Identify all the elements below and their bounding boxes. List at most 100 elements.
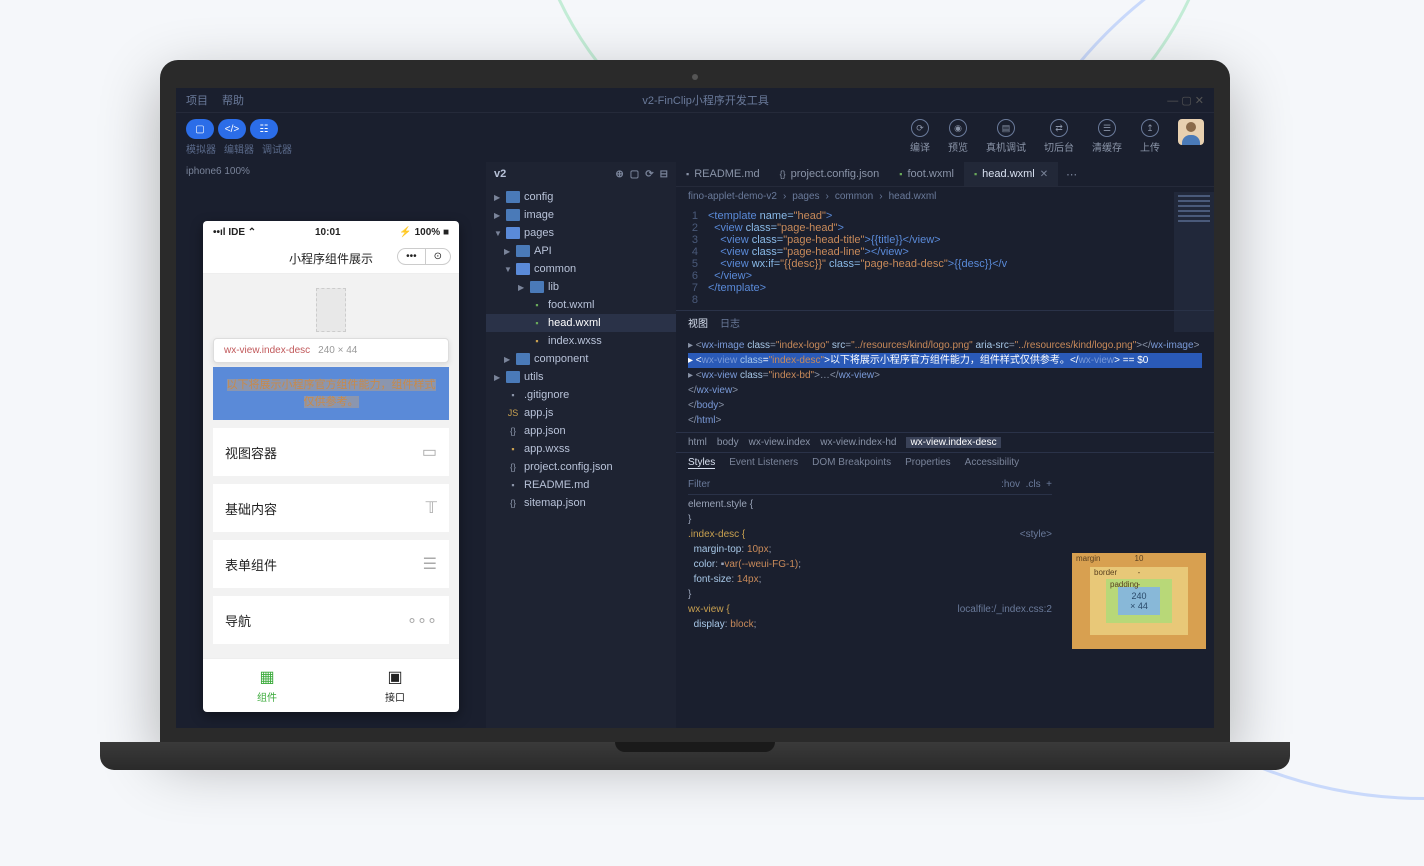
mode-editor-button[interactable]: </>	[218, 119, 246, 139]
folder-pages[interactable]: ▼pages	[486, 224, 676, 242]
clear-cache-button[interactable]: ☰清缓存	[1092, 119, 1122, 154]
devtools-tab-view[interactable]: 视图	[688, 315, 708, 330]
list-item-basic-content[interactable]: 基础内容𝕋	[213, 484, 449, 532]
compile-button[interactable]: ⟳编译	[910, 119, 930, 154]
new-folder-icon[interactable]: ▢	[630, 169, 639, 180]
window-title: v2-FinClip小程序开发工具	[642, 92, 769, 108]
code-editor[interactable]: 1<template name="head"> 2 <view class="p…	[676, 206, 1214, 310]
filter-input[interactable]: Filter	[688, 477, 710, 492]
ide-window: 项目 帮助 v2-FinClip小程序开发工具 — ▢ ✕ ▢ </> ☷ 模拟…	[176, 88, 1214, 728]
dots-icon: ∘∘∘	[407, 610, 437, 630]
close-icon[interactable]: ✕	[1040, 169, 1048, 180]
status-time: 10:01	[315, 227, 341, 238]
properties-tab[interactable]: Properties	[905, 457, 951, 469]
event-listeners-tab[interactable]: Event Listeners	[729, 457, 798, 469]
dom-tree[interactable]: ▸ <wx-image class="index-logo" src="../r…	[676, 334, 1214, 432]
folder-icon	[506, 191, 520, 203]
laptop-frame: 项目 帮助 v2-FinClip小程序开发工具 — ▢ ✕ ▢ </> ☷ 模拟…	[160, 60, 1230, 770]
simulator-panel: iphone6 100% ••ıl IDE ⌃ 10:01 ⚡ 100% ■ 小…	[176, 162, 486, 728]
folder-common[interactable]: ▼common	[486, 260, 676, 278]
tab-component[interactable]: ▦组件	[203, 659, 331, 712]
folder-api[interactable]: ▶API	[486, 242, 676, 260]
editor-area: ▪README.md {}project.config.json ▪foot.w…	[676, 162, 1214, 728]
chip-icon: ▣	[339, 667, 451, 687]
logo-placeholder	[316, 288, 346, 332]
tab-head[interactable]: ▪head.wxml✕	[964, 162, 1058, 186]
md-icon: ▪	[506, 479, 520, 491]
minimap[interactable]	[1174, 192, 1214, 332]
window-controls[interactable]: — ▢ ✕	[1167, 94, 1204, 107]
remote-debug-button[interactable]: ▤真机调试	[986, 119, 1026, 154]
text-icon: 𝕋	[426, 498, 437, 518]
menubar: 项目 帮助 v2-FinClip小程序开发工具 — ▢ ✕	[176, 88, 1214, 113]
menu-help[interactable]: 帮助	[222, 92, 244, 108]
file-appjson[interactable]: {}app.json	[486, 422, 676, 440]
file-gitignore[interactable]: ▪.gitignore	[486, 386, 676, 404]
card-icon: ▭	[422, 442, 437, 462]
file-head-wxml[interactable]: ▪head.wxml	[486, 314, 676, 332]
json-icon: {}	[506, 497, 520, 509]
tab-api[interactable]: ▣接口	[331, 659, 459, 712]
device-info[interactable]: iphone6 100%	[176, 162, 486, 181]
folder-utils[interactable]: ▶utils	[486, 368, 676, 386]
folder-image[interactable]: ▶image	[486, 206, 676, 224]
upload-button[interactable]: ↥上传	[1140, 119, 1160, 154]
tab-foot[interactable]: ▪foot.wxml	[889, 162, 964, 186]
list-item-form[interactable]: 表单组件☰	[213, 540, 449, 588]
folder-component[interactable]: ▶component	[486, 350, 676, 368]
folder-lib[interactable]: ▶lib	[486, 278, 676, 296]
toolbar: ▢ </> ☷ 模拟器 编辑器 调试器 ⟳编译 ◉预览 ▤真机调试 ⇄切后台	[176, 113, 1214, 162]
file-sitemap[interactable]: {}sitemap.json	[486, 494, 676, 512]
tab-overflow[interactable]: ⋯	[1058, 164, 1085, 185]
list-item-view-container[interactable]: 视图容器▭	[213, 428, 449, 476]
list-item-navigation[interactable]: 导航∘∘∘	[213, 596, 449, 644]
file-icon: ▪	[506, 389, 520, 401]
mode-debugger-label: 调试器	[262, 141, 292, 156]
refresh-icon[interactable]: ⟳	[645, 169, 653, 180]
wxml-icon: ▪	[530, 317, 544, 329]
file-appwxss[interactable]: ▪app.wxss	[486, 440, 676, 458]
styles-panel[interactable]: Filter:hov .cls + element.style { } .ind…	[676, 473, 1064, 728]
grid-icon: ▦	[211, 667, 323, 687]
status-battery: ⚡ 100% ■	[399, 227, 449, 238]
background-button[interactable]: ⇄切后台	[1044, 119, 1074, 154]
mode-debugger-button[interactable]: ☷	[250, 119, 278, 139]
file-index-wxss[interactable]: ▪index.wxss	[486, 332, 676, 350]
dom-breadcrumb[interactable]: htmlbodywx-view.indexwx-view.index-hdwx-…	[676, 432, 1214, 453]
capsule-menu[interactable]: •••⊙	[397, 248, 451, 265]
mode-editor-label: 编辑器	[224, 141, 254, 156]
tab-projectconfig[interactable]: {}project.config.json	[770, 162, 890, 186]
collapse-icon[interactable]: ⊟	[660, 169, 668, 180]
new-file-icon[interactable]: ⊕	[615, 169, 623, 180]
project-root[interactable]: v2	[494, 168, 506, 180]
tab-readme[interactable]: ▪README.md	[676, 162, 770, 186]
folder-icon	[506, 371, 520, 383]
menu-project[interactable]: 项目	[186, 92, 208, 108]
folder-icon	[516, 353, 530, 365]
preview-button[interactable]: ◉预览	[948, 119, 968, 154]
js-icon: JS	[506, 407, 520, 419]
file-readme[interactable]: ▪README.md	[486, 476, 676, 494]
folder-open-icon	[506, 227, 520, 239]
styles-tab[interactable]: Styles	[688, 457, 715, 469]
folder-config[interactable]: ▶config	[486, 188, 676, 206]
mode-simulator-button[interactable]: ▢	[186, 119, 214, 139]
dom-breakpoints-tab[interactable]: DOM Breakpoints	[812, 457, 891, 469]
editor-tabs: ▪README.md {}project.config.json ▪foot.w…	[676, 162, 1214, 187]
file-appjs[interactable]: JSapp.js	[486, 404, 676, 422]
selected-element[interactable]: 以下将展示小程序官方组件能力，组件样式仅供参考。	[213, 367, 449, 420]
devtools: 视图 日志 ▸ <wx-image class="index-logo" src…	[676, 310, 1214, 728]
folder-icon	[516, 245, 530, 257]
mode-simulator-label: 模拟器	[186, 141, 216, 156]
inspect-tooltip: wx-view.index-desc 240 × 44	[213, 338, 449, 363]
camera-dot	[692, 74, 698, 80]
wxml-icon: ▪	[530, 299, 544, 311]
wxss-icon: ▪	[506, 443, 520, 455]
file-foot-wxml[interactable]: ▪foot.wxml	[486, 296, 676, 314]
accessibility-tab[interactable]: Accessibility	[965, 457, 1019, 469]
breadcrumb[interactable]: fino-applet-demo-v2›pages›common›head.wx…	[676, 187, 1214, 206]
file-projectconfig[interactable]: {}project.config.json	[486, 458, 676, 476]
devtools-tab-log[interactable]: 日志	[720, 315, 740, 330]
avatar[interactable]	[1178, 119, 1204, 145]
folder-icon	[530, 281, 544, 293]
